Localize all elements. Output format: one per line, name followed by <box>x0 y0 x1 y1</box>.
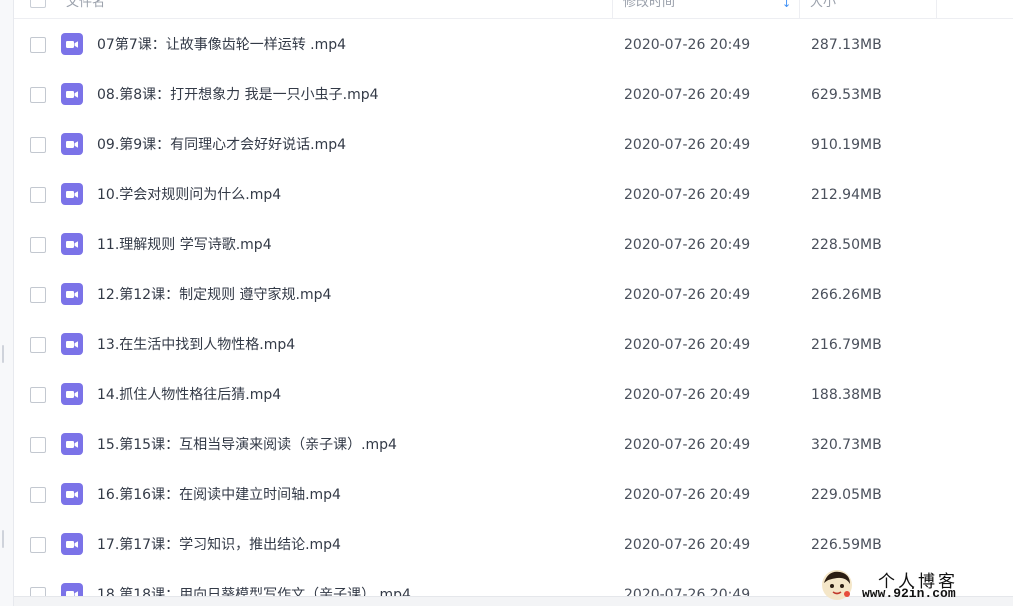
video-file-icon <box>61 433 83 455</box>
file-modified-time: 2020-07-26 20:49 <box>624 387 751 403</box>
file-size: 188.38MB <box>811 387 882 403</box>
video-file-icon <box>61 233 83 255</box>
left-panel-edge <box>0 0 14 606</box>
file-modified-time: 2020-07-26 20:49 <box>624 87 751 103</box>
file-row[interactable]: 12.第12课：制定规则 遵守家规.mp4 2020-07-26 20:49 266… <box>14 270 1013 320</box>
file-row-checkbox[interactable] <box>30 537 46 553</box>
file-row[interactable]: 11.理解规则 学写诗歌.mp4 2020-07-26 20:49 228.50MB <box>14 220 1013 270</box>
file-row-checkbox[interactable] <box>30 287 46 303</box>
video-file-icon <box>61 133 83 155</box>
file-size: 226.59MB <box>811 537 882 553</box>
sort-arrow-down-icon[interactable]: ↓ <box>782 0 791 10</box>
file-row-checkbox[interactable] <box>30 387 46 403</box>
file-row[interactable]: 16.第16课：在阅读中建立时间轴.mp4 2020-07-26 20:49 229… <box>14 470 1013 520</box>
file-row-checkbox[interactable] <box>30 187 46 203</box>
file-name[interactable]: 15.第15课：互相当导演来阅读（亲子课）.mp4 <box>97 420 397 470</box>
file-modified-time: 2020-07-26 20:49 <box>624 287 751 303</box>
file-row-checkbox[interactable] <box>30 337 46 353</box>
file-row[interactable]: 17.第17课：学习知识，推出结论.mp4 2020-07-26 20:49 226… <box>14 520 1013 570</box>
file-modified-time: 2020-07-26 20:49 <box>624 137 751 153</box>
video-file-icon <box>61 283 83 305</box>
file-modified-time: 2020-07-26 20:49 <box>624 187 751 203</box>
file-row-checkbox[interactable] <box>30 437 46 453</box>
file-size: 910.19MB <box>811 137 882 153</box>
file-size: 212.94MB <box>811 187 882 203</box>
video-file-icon <box>61 183 83 205</box>
file-size: 629.53MB <box>811 87 882 103</box>
video-file-icon <box>61 483 83 505</box>
file-name[interactable]: 08.第8课：打开想象力 我是一只小虫子.mp4 <box>97 70 379 120</box>
file-name[interactable]: 12.第12课：制定规则 遵守家规.mp4 <box>97 270 331 320</box>
video-file-icon <box>61 83 83 105</box>
video-file-icon <box>61 33 83 55</box>
column-header-name[interactable]: 文件名 <box>66 0 586 18</box>
file-row-checkbox[interactable] <box>30 137 46 153</box>
file-size: 228.50MB <box>811 237 882 253</box>
file-modified-time: 2020-07-26 20:49 <box>624 487 751 503</box>
file-size: 216.79MB <box>811 337 882 353</box>
file-row-checkbox[interactable] <box>30 487 46 503</box>
file-row[interactable]: 08.第8课：打开想象力 我是一只小虫子.mp4 2020-07-26 20:49… <box>14 70 1013 120</box>
video-file-icon <box>61 383 83 405</box>
watermark-url: www.92in.com <box>862 586 956 601</box>
file-modified-time: 2020-07-26 20:49 <box>624 337 751 353</box>
file-modified-time: 2020-07-26 20:49 <box>624 537 751 553</box>
gutter-marker <box>2 345 4 363</box>
file-modified-time: 2020-07-26 20:49 <box>624 437 751 453</box>
file-row[interactable]: 14.抓住人物性格往后猜.mp4 2020-07-26 20:49 188.38MB <box>14 370 1013 420</box>
file-row[interactable]: 13.在生活中找到人物性格.mp4 2020-07-26 20:49 216.79M… <box>14 320 1013 370</box>
file-modified-time: 2020-07-26 20:49 <box>624 37 751 53</box>
file-row[interactable]: 15.第15课：互相当导演来阅读（亲子课）.mp4 2020-07-26 20:4… <box>14 420 1013 470</box>
column-header-time[interactable]: 修改时间 <box>612 0 809 18</box>
video-file-icon <box>61 333 83 355</box>
file-name[interactable]: 07第7课：让故事像齿轮一样运转 .mp4 <box>97 20 346 70</box>
file-list: 07第7课：让故事像齿轮一样运转 .mp4 2020-07-26 20:49 287… <box>14 20 1013 606</box>
file-size: 229.05MB <box>811 487 882 503</box>
file-row[interactable]: 07第7课：让故事像齿轮一样运转 .mp4 2020-07-26 20:49 287… <box>14 20 1013 70</box>
file-name[interactable]: 17.第17课：学习知识，推出结论.mp4 <box>97 520 341 570</box>
watermark: 个人博客 www.92in.com <box>818 566 1013 606</box>
watermark-avatar-icon <box>822 570 852 600</box>
gutter-marker <box>2 530 4 548</box>
video-file-icon <box>61 533 83 555</box>
file-row-checkbox[interactable] <box>30 237 46 253</box>
file-row-checkbox[interactable] <box>30 87 46 103</box>
file-name[interactable]: 13.在生活中找到人物性格.mp4 <box>97 320 295 370</box>
file-size: 287.13MB <box>811 37 882 53</box>
file-name[interactable]: 16.第16课：在阅读中建立时间轴.mp4 <box>97 470 341 520</box>
column-header-size[interactable]: 大小 <box>799 0 937 18</box>
file-name[interactable]: 09.第9课：有同理心才会好好说话.mp4 <box>97 120 346 170</box>
file-name[interactable]: 10.学会对规则问为什么.mp4 <box>97 170 281 220</box>
file-name[interactable]: 14.抓住人物性格往后猜.mp4 <box>97 370 281 420</box>
select-all-checkbox[interactable] <box>30 0 46 8</box>
file-row[interactable]: 09.第9课：有同理心才会好好说话.mp4 2020-07-26 20:49 910… <box>14 120 1013 170</box>
file-size: 266.26MB <box>811 287 882 303</box>
file-row[interactable]: 10.学会对规则问为什么.mp4 2020-07-26 20:49 212.94MB <box>14 170 1013 220</box>
file-row-checkbox[interactable] <box>30 37 46 53</box>
file-list-header: 文件名 修改时间 ↓ 大小 <box>14 0 1013 19</box>
file-size: 320.73MB <box>811 437 882 453</box>
file-name[interactable]: 11.理解规则 学写诗歌.mp4 <box>97 220 272 270</box>
file-list-page: 文件名 修改时间 ↓ 大小 07第7课：让故事像齿轮一样运转 .mp4 2020-… <box>0 0 1013 606</box>
file-modified-time: 2020-07-26 20:49 <box>624 237 751 253</box>
